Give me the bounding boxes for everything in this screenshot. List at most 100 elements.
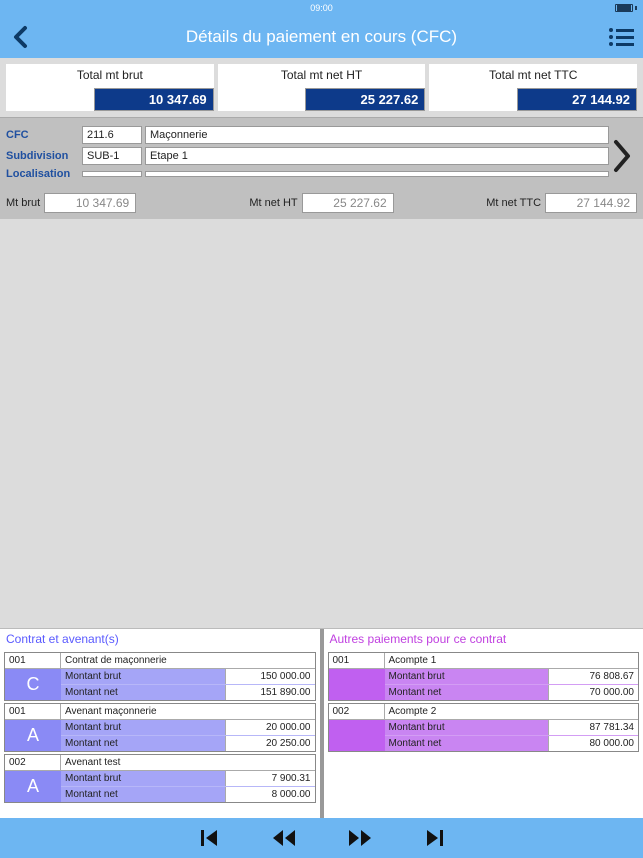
row-label: Montant brut xyxy=(385,669,549,684)
cfc-name-field[interactable]: Maçonnerie xyxy=(145,126,609,144)
amount-netttc-label: Mt net TTC xyxy=(486,197,541,209)
subdivision-code-field[interactable]: SUB-1 xyxy=(82,147,142,165)
table-row: Montant brut87 781.34 xyxy=(385,720,639,735)
total-netht-value: 25 227.62 xyxy=(305,88,425,111)
item-title: Contrat de maçonnerie xyxy=(61,653,315,669)
payments-title: Autres paiements pour ce contrat xyxy=(324,629,643,650)
table-row: Montant brut76 808.67 xyxy=(385,669,639,684)
header-bar: Détails du paiement en cours (CFC) xyxy=(0,16,643,58)
row-label: Montant net xyxy=(61,736,225,751)
row-label: Montant brut xyxy=(61,720,225,735)
list-icon xyxy=(609,28,637,32)
battery-icon xyxy=(615,4,637,12)
back-button[interactable] xyxy=(8,25,32,49)
skip-first-icon xyxy=(199,827,221,849)
row-value: 20 000.00 xyxy=(225,720,315,735)
item-title: Avenant maçonnerie xyxy=(61,704,315,720)
row-label: Montant brut xyxy=(385,720,549,735)
row-label: Montant net xyxy=(61,787,225,802)
item-tag xyxy=(329,720,385,751)
list-item[interactable]: 002Avenant testAMontant brut7 900.31Mont… xyxy=(4,754,316,803)
status-bar: 09:00 xyxy=(0,0,643,16)
row-value: 20 250.00 xyxy=(225,736,315,751)
skip-last-icon xyxy=(423,827,445,849)
item-tag xyxy=(329,669,385,700)
row-label: Montant brut xyxy=(61,669,225,684)
localisation-code-field[interactable] xyxy=(82,171,142,177)
table-row: Montant brut150 000.00 xyxy=(61,669,315,684)
menu-button[interactable] xyxy=(609,25,637,49)
row-label: Montant net xyxy=(61,685,225,700)
row-value: 80 000.00 xyxy=(548,736,638,751)
item-tag: A xyxy=(5,720,61,751)
next-nav-button[interactable] xyxy=(347,827,373,849)
bottom-tables: Contrat et avenant(s) 001Contrat de maço… xyxy=(0,628,643,818)
row-value: 150 000.00 xyxy=(225,669,315,684)
row-value: 87 781.34 xyxy=(548,720,638,735)
total-netht: Total mt net HT 25 227.62 xyxy=(218,64,426,111)
contracts-title: Contrat et avenant(s) xyxy=(0,629,320,650)
item-title: Acompte 2 xyxy=(385,704,639,720)
row-value: 70 000.00 xyxy=(548,685,638,700)
subdivision-name-field[interactable]: Etape 1 xyxy=(145,147,609,165)
rewind-icon xyxy=(271,827,297,849)
localisation-label: Localisation xyxy=(6,168,82,180)
last-button[interactable] xyxy=(423,827,445,849)
first-button[interactable] xyxy=(199,827,221,849)
total-netttc-value: 27 144.92 xyxy=(517,88,637,111)
amount-brut-value: 10 347.69 xyxy=(44,193,136,213)
prev-button[interactable] xyxy=(271,827,297,849)
item-number: 001 xyxy=(5,704,61,720)
row-value: 76 808.67 xyxy=(548,669,638,684)
row-label: Montant net xyxy=(385,685,549,700)
row-label: Montant net xyxy=(385,736,549,751)
total-brut: Total mt brut 10 347.69 xyxy=(6,64,214,111)
table-row: Montant net80 000.00 xyxy=(385,735,639,751)
cfc-code-field[interactable]: 211.6 xyxy=(82,126,142,144)
amount-netht-value: 25 227.62 xyxy=(302,193,394,213)
item-number: 001 xyxy=(5,653,61,669)
content-area xyxy=(0,219,643,628)
item-title: Avenant test xyxy=(61,755,315,771)
total-netht-label: Total mt net HT xyxy=(218,64,426,88)
item-tag: C xyxy=(5,669,61,700)
total-brut-label: Total mt brut xyxy=(6,64,214,88)
list-item[interactable]: 001Avenant maçonnerieAMontant brut20 000… xyxy=(4,703,316,752)
row-label: Montant brut xyxy=(61,771,225,786)
nav-footer xyxy=(0,818,643,858)
table-row: Montant net8 000.00 xyxy=(61,786,315,802)
amounts-row: Mt brut 10 347.69 Mt net HT 25 227.62 Mt… xyxy=(0,189,643,219)
item-title: Acompte 1 xyxy=(385,653,639,669)
amount-brut-label: Mt brut xyxy=(6,197,40,209)
row-value: 7 900.31 xyxy=(225,771,315,786)
cfc-label: CFC xyxy=(6,129,82,141)
table-row: Montant brut20 000.00 xyxy=(61,720,315,735)
total-netttc: Total mt net TTC 27 144.92 xyxy=(429,64,637,111)
item-number: 001 xyxy=(329,653,385,669)
totals-panel: Total mt brut 10 347.69 Total mt net HT … xyxy=(0,58,643,117)
row-value: 8 000.00 xyxy=(225,787,315,802)
list-item[interactable]: 002Acompte 2 Montant brut87 781.34Montan… xyxy=(328,703,640,752)
page-title: Détails du paiement en cours (CFC) xyxy=(186,27,457,47)
amount-netht-label: Mt net HT xyxy=(249,197,297,209)
amount-netttc-value: 27 144.92 xyxy=(545,193,637,213)
item-tag: A xyxy=(5,771,61,802)
cfc-details: CFC 211.6 Maçonnerie Subdivision SUB-1 E… xyxy=(0,117,643,189)
contracts-table: Contrat et avenant(s) 001Contrat de maço… xyxy=(0,629,324,818)
payments-table: Autres paiements pour ce contrat 001Acom… xyxy=(324,629,643,818)
table-row: Montant brut7 900.31 xyxy=(61,771,315,786)
table-row: Montant net151 890.00 xyxy=(61,684,315,700)
list-item[interactable]: 001Contrat de maçonnerieCMontant brut150… xyxy=(4,652,316,701)
status-time: 09:00 xyxy=(310,3,333,13)
table-row: Montant net70 000.00 xyxy=(385,684,639,700)
total-brut-value: 10 347.69 xyxy=(94,88,214,111)
item-number: 002 xyxy=(329,704,385,720)
table-row: Montant net20 250.00 xyxy=(61,735,315,751)
subdivision-label: Subdivision xyxy=(6,150,82,162)
total-netttc-label: Total mt net TTC xyxy=(429,64,637,88)
forward-icon xyxy=(347,827,373,849)
list-item[interactable]: 001Acompte 1 Montant brut76 808.67Montan… xyxy=(328,652,640,701)
row-value: 151 890.00 xyxy=(225,685,315,700)
localisation-name-field[interactable] xyxy=(145,171,609,177)
item-number: 002 xyxy=(5,755,61,771)
